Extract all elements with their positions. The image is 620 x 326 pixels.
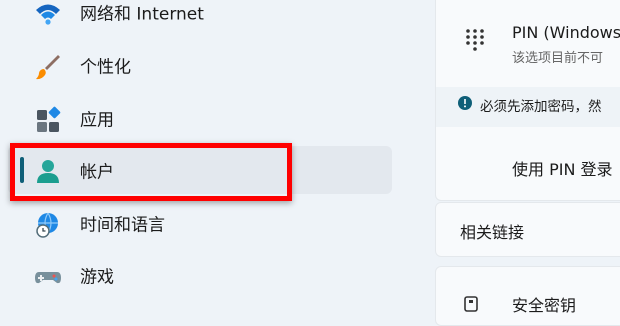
paintbrush-icon — [36, 55, 60, 80]
account-icon — [37, 160, 59, 183]
security-key-label: 安全密钥 — [512, 296, 577, 315]
sidebar-item-label: 个性化 — [80, 57, 131, 78]
sidebar-item-label: 帐户 — [80, 162, 114, 183]
pin-signin-row[interactable]: 使用 PIN 登录 — [435, 127, 620, 201]
sidebar-item-label: 游戏 — [80, 267, 114, 288]
content-pane: PIN (Windows 该选项目前不可 必须先添加密码，然 使用 PIN 登录… — [432, 0, 620, 326]
sidebar-item-label: 网络和 Internet — [80, 4, 204, 25]
related-links-title: 相关链接 — [460, 223, 525, 242]
key-icon — [464, 296, 478, 312]
sidebar: 网络和 Internet 个性化 应用 帐户 时间和语言 游戏 — [0, 0, 432, 309]
globe-clock-icon — [36, 212, 58, 238]
sidebar-item-gaming[interactable]: 游戏 — [8, 251, 392, 299]
sidebar-item-accounts[interactable]: 帐户 — [8, 146, 392, 194]
sidebar-item-label: 时间和语言 — [80, 215, 165, 236]
pin-subtitle: 该选项目前不可 — [512, 51, 604, 66]
security-key-card[interactable]: 安全密钥 — [435, 266, 620, 326]
sidebar-item-apps[interactable]: 应用 — [8, 94, 392, 142]
related-links-card: 相关链接 — [435, 202, 620, 257]
sidebar-item-time-language[interactable]: 时间和语言 — [8, 199, 392, 247]
warning-bar: 必须先添加密码，然 — [435, 87, 620, 127]
warning-text: 必须先添加密码，然 — [480, 99, 602, 115]
apps-icon — [37, 106, 61, 132]
pin-title: PIN (Windows — [512, 23, 620, 42]
sidebar-item-label: 应用 — [80, 110, 114, 131]
keypad-icon — [466, 29, 484, 51]
sidebar-item-personalization[interactable]: 个性化 — [8, 41, 392, 89]
info-icon — [458, 96, 472, 110]
wifi-icon — [36, 4, 60, 25]
pin-signin-label: 使用 PIN 登录 — [512, 160, 613, 179]
pin-card[interactable]: PIN (Windows 该选项目前不可 — [435, 0, 620, 87]
selection-indicator — [20, 157, 24, 183]
gamepad-icon — [35, 272, 61, 284]
sidebar-item-network[interactable]: 网络和 Internet — [8, 0, 392, 36]
